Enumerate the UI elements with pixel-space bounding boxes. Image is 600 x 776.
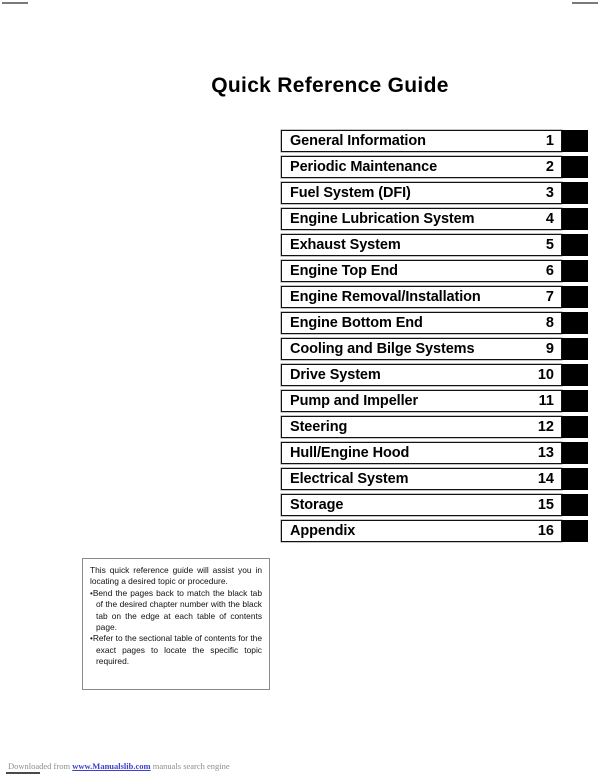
chapter-entry-9[interactable]: Cooling and Bilge Systems 9 [281,338,562,360]
chapter-black-tab [562,520,588,542]
chapter-number: 2 [545,158,554,175]
chapter-entry-10[interactable]: Drive System 10 [281,364,562,386]
chapter-label: Hull/Engine Hood [290,444,410,461]
chapter-label: Fuel System (DFI) [290,184,411,201]
chapter-label: Appendix [290,522,356,539]
chapter-black-tab [562,130,588,152]
chapter-row[interactable]: General Information 1 [281,130,588,152]
chapter-row[interactable]: Storage 15 [281,494,588,516]
chapter-entry-1[interactable]: General Information 1 [281,130,562,152]
chapter-label: Drive System [290,366,381,383]
manualslib-link[interactable]: www.Manualslib.com [72,761,150,771]
chapter-black-tab [562,494,588,516]
footer-prefix-text: Downloaded from [8,761,73,771]
chapter-black-tab [562,442,588,464]
chapter-number: 15 [537,496,554,513]
chapter-row[interactable]: Steering 12 [281,416,588,438]
chapter-black-tab [562,260,588,282]
chapter-row[interactable]: Pump and Impeller 11 [281,390,588,412]
usage-note-box: This quick reference guide will assist y… [82,558,270,690]
chapter-entry-11[interactable]: Pump and Impeller 11 [281,390,562,412]
chapter-row[interactable]: Engine Bottom End 8 [281,312,588,334]
chapter-entry-2[interactable]: Periodic Maintenance 2 [281,156,562,178]
chapter-black-tab [562,234,588,256]
chapter-label: Storage [290,496,344,513]
chapter-number: 7 [545,288,554,305]
chapter-label: Engine Removal/Installation [290,288,481,305]
chapter-label: Pump and Impeller [290,392,419,409]
chapter-black-tab [562,364,588,386]
chapter-entry-14[interactable]: Electrical System 14 [281,468,562,490]
page-title: Quick Reference Guide [211,74,449,98]
chapter-label: Engine Lubrication System [290,210,475,227]
chapter-entry-5[interactable]: Exhaust System 5 [281,234,562,256]
chapter-number: 14 [537,470,554,487]
chapter-label: Engine Bottom End [290,314,423,331]
chapter-black-tab [562,338,588,360]
chapter-entry-6[interactable]: Engine Top End 6 [281,260,562,282]
chapter-number: 9 [545,340,554,357]
footer-rule [6,772,40,774]
note-bullet-text: Bend the pages back to match the black t… [92,587,262,633]
chapter-black-tab [562,156,588,178]
chapter-number: 16 [537,522,554,539]
chapter-number: 4 [545,210,554,227]
crop-mark-top-left [2,2,28,4]
chapter-label: Electrical System [290,470,409,487]
chapter-entry-7[interactable]: Engine Removal/Installation 7 [281,286,562,308]
chapter-number: 1 [545,132,554,149]
chapter-number: 10 [537,366,554,383]
chapter-index-list: General Information 1 Periodic Maintenance… [281,130,588,546]
footer-suffix-text: manuals search engine [150,761,230,771]
chapter-row[interactable]: Exhaust System 5 [281,234,588,256]
chapter-label: Steering [290,418,348,435]
chapter-entry-3[interactable]: Fuel System (DFI) 3 [281,182,562,204]
note-bullet-item: •Bend the pages back to match the black … [90,588,262,634]
chapter-label: Periodic Maintenance [290,158,438,175]
chapter-entry-15[interactable]: Storage 15 [281,494,562,516]
crop-mark-top-right [572,2,598,4]
chapter-entry-12[interactable]: Steering 12 [281,416,562,438]
chapter-entry-16[interactable]: Appendix 16 [281,520,562,542]
chapter-number: 13 [537,444,554,461]
chapter-label: Engine Top End [290,262,398,279]
chapter-row[interactable]: Cooling and Bilge Systems 9 [281,338,588,360]
chapter-black-tab [562,390,588,412]
chapter-number: 12 [537,418,554,435]
chapter-entry-8[interactable]: Engine Bottom End 8 [281,312,562,334]
chapter-label: Cooling and Bilge Systems [290,340,475,357]
chapter-black-tab [562,468,588,490]
chapter-row[interactable]: Engine Lubrication System 4 [281,208,588,230]
chapter-number: 5 [545,236,554,253]
note-bullet-item: •Refer to the sectional table of content… [90,633,262,667]
chapter-row[interactable]: Hull/Engine Hood 13 [281,442,588,464]
chapter-black-tab [562,416,588,438]
chapter-black-tab [562,208,588,230]
chapter-label: General Information [290,132,426,149]
chapter-black-tab [562,286,588,308]
chapter-row[interactable]: Electrical System 14 [281,468,588,490]
chapter-entry-13[interactable]: Hull/Engine Hood 13 [281,442,562,464]
footer-attribution: Downloaded from www.Manualslib.com manua… [8,761,230,771]
chapter-row[interactable]: Engine Removal/Installation 7 [281,286,588,308]
chapter-row[interactable]: Drive System 10 [281,364,588,386]
note-bullet-text: Refer to the sectional table of contents… [92,633,262,667]
chapter-number: 3 [545,184,554,201]
chapter-number: 8 [545,314,554,331]
chapter-black-tab [562,312,588,334]
chapter-row[interactable]: Periodic Maintenance 2 [281,156,588,178]
chapter-row[interactable]: Appendix 16 [281,520,588,542]
chapter-entry-4[interactable]: Engine Lubrication System 4 [281,208,562,230]
chapter-label: Exhaust System [290,236,401,253]
chapter-row[interactable]: Fuel System (DFI) 3 [281,182,588,204]
chapter-number: 6 [545,262,554,279]
chapter-row[interactable]: Engine Top End 6 [281,260,588,282]
note-intro-text: This quick reference guide will assist y… [90,565,262,587]
chapter-black-tab [562,182,588,204]
chapter-number: 11 [538,392,554,409]
